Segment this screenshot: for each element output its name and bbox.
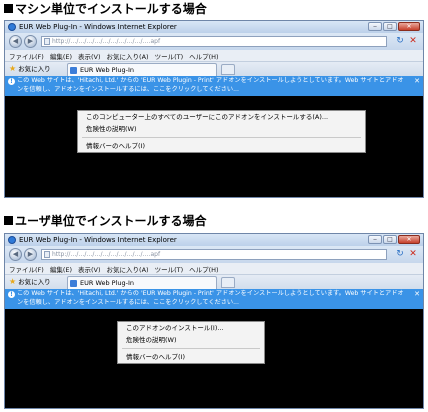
shield-icon: ! [8,291,15,298]
ie-window-machine: EUR Web Plug-In - Windows Internet Explo… [4,20,424,198]
stop-icon[interactable]: ✕ [407,248,419,260]
ie-icon [8,23,16,31]
address-bar[interactable]: http://…/…/…/…/…/…/…/…/…/….apf [41,249,387,260]
menu-help[interactable]: ヘルプ(H) [189,264,218,274]
square-bullet-icon [4,4,13,13]
tab-row: ★ お気に入り EUR Web Plug-In [5,275,423,289]
menu-item-risk-description[interactable]: 危険性の説明(W) [118,334,264,346]
address-row: ◀ ▶ http://…/…/…/…/…/…/…/…/…/….apf ↻ ✕ [5,33,423,50]
address-bar[interactable]: http://…/…/…/…/…/…/…/…/…/….apf [41,36,387,47]
menu-item-infobar-help[interactable]: 情報バーのヘルプ(I) [118,351,264,363]
infobar-context-menu-machine: このコンピューター上のすべてのユーザーにこのアドオンをインストールする(A)..… [77,110,366,153]
menu-view[interactable]: 表示(V) [78,51,101,61]
menu-edit[interactable]: 編集(E) [50,51,72,61]
window-title: EUR Web Plug-In - Windows Internet Explo… [19,236,177,244]
address-url: http://…/…/…/…/…/…/…/…/…/….apf [52,251,161,258]
close-icon[interactable]: ✕ [414,290,420,298]
tab-page-icon [70,280,77,287]
menu-file[interactable]: ファイル(F) [9,264,44,274]
section-heading-text: ユーザ単位でインストールする場合 [15,214,207,228]
title-bar: EUR Web Plug-In - Windows Internet Explo… [5,21,423,33]
maximize-button[interactable]: □ [383,235,397,244]
maximize-button[interactable]: □ [383,22,397,31]
favorites-label: お気に入り [18,65,51,73]
menu-file[interactable]: ファイル(F) [9,51,44,61]
tab-eur-web-plugin[interactable]: EUR Web Plug-In [67,276,217,289]
information-bar[interactable]: ! この Web サイトは、'Hitachi, Ltd.' からの 'EUR W… [5,76,423,96]
menu-item-install-addon[interactable]: このアドオンのインストール(I)... [118,322,264,334]
infobar-text: この Web サイトは、'Hitachi, Ltd.' からの 'EUR Web… [17,77,404,93]
favorites-star-icon: ★ [9,64,17,73]
page-icon [44,38,50,45]
ie-icon [8,236,16,244]
title-bar: EUR Web Plug-In - Windows Internet Explo… [5,234,423,246]
favorites-star-icon: ★ [9,277,17,286]
menu-favorites[interactable]: お気に入り(A) [107,51,149,61]
tab-label: EUR Web Plug-In [80,66,135,74]
close-button[interactable]: ✕ [398,22,420,31]
tab-page-icon [70,67,77,74]
infobar-context-menu-user: このアドオンのインストール(I)... 危険性の説明(W) 情報バーのヘルプ(I… [117,321,265,364]
menu-item-infobar-help[interactable]: 情報バーのヘルプ(I) [78,140,365,152]
menu-tools[interactable]: ツール(T) [155,264,184,274]
close-icon[interactable]: ✕ [414,77,420,85]
forward-icon[interactable]: ▶ [24,248,37,261]
menu-item-risk-description[interactable]: 危険性の説明(W) [78,123,365,135]
menu-edit[interactable]: 編集(E) [50,264,72,274]
infobar-text: この Web サイトは、'Hitachi, Ltd.' からの 'EUR Web… [17,290,404,306]
tab-label: EUR Web Plug-In [80,279,135,287]
menu-separator [82,137,361,138]
section-heading-user: ユーザ単位でインストールする場合 [4,213,207,229]
forward-icon[interactable]: ▶ [24,35,37,48]
back-icon[interactable]: ◀ [9,35,22,48]
information-bar[interactable]: ! この Web サイトは、'Hitachi, Ltd.' からの 'EUR W… [5,289,423,309]
address-row: ◀ ▶ http://…/…/…/…/…/…/…/…/…/….apf ↻ ✕ [5,246,423,263]
tab-row: ★ お気に入り EUR Web Plug-In [5,62,423,76]
menu-favorites[interactable]: お気に入り(A) [107,264,149,274]
tab-eur-web-plugin[interactable]: EUR Web Plug-In [67,63,217,76]
window-title: EUR Web Plug-In - Windows Internet Explo… [19,23,177,31]
shield-icon: ! [8,78,15,85]
favorites-button[interactable]: ★ お気に入り [9,277,51,287]
favorites-button[interactable]: ★ お気に入り [9,64,51,74]
refresh-icon[interactable]: ↻ [394,35,406,47]
menu-bar: ファイル(F) 編集(E) 表示(V) お気に入り(A) ツール(T) ヘルプ(… [5,50,423,62]
close-button[interactable]: ✕ [398,235,420,244]
menu-view[interactable]: 表示(V) [78,264,101,274]
new-tab-button[interactable] [221,277,235,288]
new-tab-button[interactable] [221,64,235,75]
section-heading-machine: マシン単位でインストールする場合 [4,1,207,17]
address-url: http://…/…/…/…/…/…/…/…/…/….apf [52,38,161,45]
section-heading-text: マシン単位でインストールする場合 [15,2,207,16]
minimize-button[interactable]: ‒ [368,22,382,31]
menu-separator [122,348,260,349]
stop-icon[interactable]: ✕ [407,35,419,47]
refresh-icon[interactable]: ↻ [394,248,406,260]
menu-bar: ファイル(F) 編集(E) 表示(V) お気に入り(A) ツール(T) ヘルプ(… [5,263,423,275]
page-icon [44,251,50,258]
back-icon[interactable]: ◀ [9,248,22,261]
menu-help[interactable]: ヘルプ(H) [189,51,218,61]
menu-tools[interactable]: ツール(T) [155,51,184,61]
square-bullet-icon [4,216,13,225]
minimize-button[interactable]: ‒ [368,235,382,244]
menu-item-install-all-users[interactable]: このコンピューター上のすべてのユーザーにこのアドオンをインストールする(A)..… [78,111,365,123]
favorites-label: お気に入り [18,278,51,286]
